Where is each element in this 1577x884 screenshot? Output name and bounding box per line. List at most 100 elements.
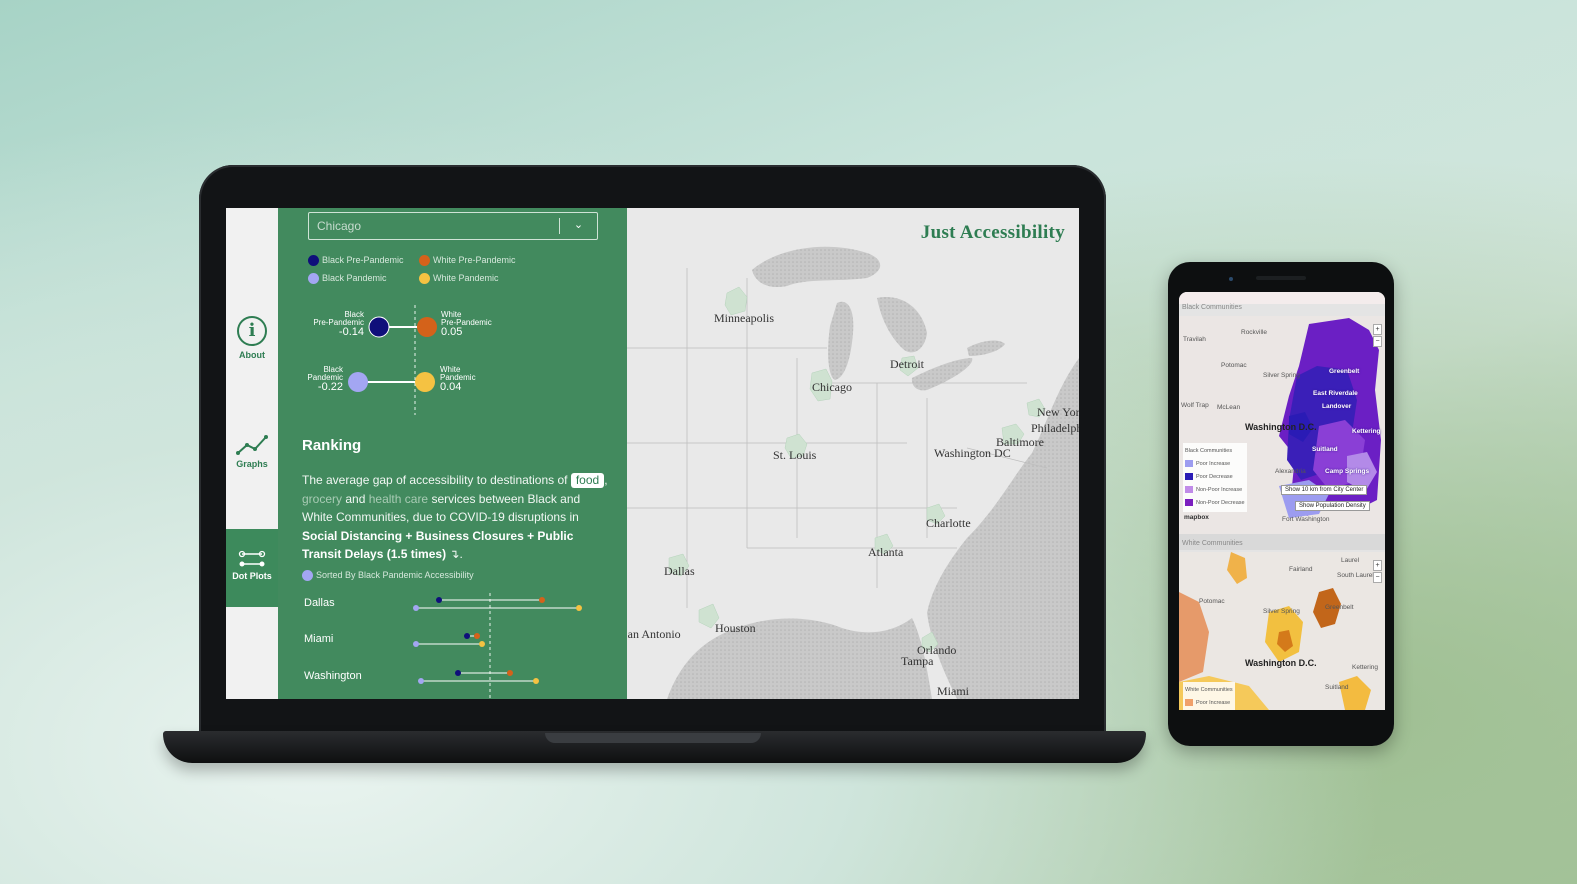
map-place: Laurel — [1341, 557, 1360, 564]
map-place: Suitland — [1312, 446, 1338, 453]
black-pre-dot — [368, 316, 390, 338]
legend-label: Poor Decrease — [1196, 474, 1233, 480]
white-section-title: White Communities — [1182, 540, 1243, 547]
zoom-out-button[interactable]: − — [1373, 336, 1382, 347]
mapbox-logo: mapbox — [1184, 514, 1209, 521]
disruption-scenario[interactable]: Social Distancing + Business Closures + … — [302, 529, 573, 562]
zoom-in-button[interactable]: + — [1373, 560, 1382, 571]
map-place: Kettering — [1352, 664, 1379, 671]
row-dot — [436, 597, 442, 603]
map-place: Potomac — [1221, 362, 1247, 369]
laptop-screen: i About Graphs Dot Plots Chicago ⌄ Black… — [226, 208, 1079, 699]
legend-swatch — [1185, 473, 1193, 481]
phone-header-top — [1179, 292, 1385, 304]
show-density-button[interactable]: Show Population Density — [1295, 501, 1370, 511]
city-select-value: Chicago — [317, 219, 362, 233]
map-place: Camp Springs — [1325, 468, 1370, 475]
speaker-icon — [1256, 276, 1306, 280]
sorted-by-label: Sorted By Black Pandemic Accessibility — [316, 570, 474, 580]
desc-text: services between Black and White Communi… — [302, 491, 581, 525]
white-communities-map[interactable]: Fairland South Laurel Laurel Potomac Sil… — [1179, 552, 1385, 710]
legend-label: Poor Increase — [1196, 461, 1231, 467]
us-map[interactable]: Just Accessibility Minneapolis Detroit C… — [627, 208, 1079, 699]
map-place: Fort Washington — [1282, 516, 1330, 523]
legend-black-pandemic: Black Pandemic — [308, 273, 387, 285]
legend-swatch — [1185, 699, 1193, 707]
white-legend: White Communities Poor Increase — [1183, 682, 1235, 710]
map-label: San Antonio — [627, 627, 681, 641]
desc-end: ↴. — [449, 547, 463, 561]
row-dot — [507, 670, 513, 676]
map-place: McLean — [1217, 404, 1241, 411]
desc-and: and — [345, 491, 366, 506]
chip-health-care[interactable]: health care — [369, 492, 428, 506]
map-label: Tampa — [901, 654, 934, 668]
chip-food[interactable]: food — [570, 473, 605, 488]
map-place: Alexandria — [1275, 468, 1306, 475]
legend-label: White Pre-Pandemic — [433, 255, 516, 265]
map-place: Silver Spring — [1263, 608, 1300, 615]
side-nav: i About Graphs Dot Plots — [226, 208, 278, 699]
row-dot — [479, 641, 485, 647]
map-place: East Riverdale — [1313, 390, 1358, 397]
map-place: Landover — [1322, 403, 1352, 410]
white-pre-value: 0.05 — [441, 326, 463, 338]
legend-black-pre: Black Pre-Pandemic — [308, 255, 404, 267]
row-dot — [455, 670, 461, 676]
show-10km-button[interactable]: Show 10 km from City Center — [1281, 485, 1368, 495]
legend-label: Poor Increase — [1196, 700, 1231, 706]
legend-white-pandemic: White Pandemic — [419, 273, 499, 285]
map-label: St. Louis — [773, 448, 817, 462]
map-label: Detroit — [890, 357, 924, 371]
row-dot — [474, 633, 480, 639]
city-select[interactable]: Chicago ⌄ — [308, 212, 598, 240]
map-label: New York — [1037, 405, 1079, 419]
black-communities-map[interactable]: Rockville Travilah Potomac Silver Spring… — [1179, 316, 1385, 534]
white-pandemic-value: 0.04 — [440, 381, 462, 393]
nav-dot-plots-label: Dot Plots — [232, 571, 272, 581]
control-panel: Chicago ⌄ Black Pre-Pandemic White Pre-P… — [278, 208, 627, 699]
nav-about[interactable]: i About — [226, 316, 278, 360]
map-place: Greenbelt — [1329, 368, 1360, 375]
chip-grocery[interactable]: grocery — [302, 492, 342, 506]
map-place: Rockville — [1241, 329, 1268, 336]
chevron-down-icon[interactable]: ⌄ — [559, 218, 597, 234]
desc-sep: , — [604, 473, 608, 487]
map-place: Wolf Trap — [1181, 402, 1209, 409]
legend-swatch — [1185, 499, 1193, 507]
map-label: Miami — [937, 684, 969, 698]
black-legend: Black Communities Poor Increase Poor Dec… — [1183, 443, 1247, 512]
legend-swatch — [1185, 460, 1193, 468]
row-dot — [533, 678, 539, 684]
nav-dot-plots[interactable]: Dot Plots — [226, 529, 278, 607]
sorted-by[interactable]: Sorted By Black Pandemic Accessibility — [302, 570, 474, 582]
white-pre-dot — [417, 317, 437, 337]
line-chart-icon — [236, 435, 268, 455]
map-label: Washington DC — [934, 446, 1011, 460]
map-place: Kettering — [1352, 428, 1381, 435]
dot-plot-icon — [238, 550, 266, 567]
map-label: Minneapolis — [714, 311, 774, 325]
legend-label: White Pandemic — [433, 273, 499, 283]
white-pandemic-label: White Pandemic 0.04 — [440, 366, 476, 393]
map-label: Charlotte — [926, 516, 971, 530]
nav-graphs[interactable]: Graphs — [226, 433, 278, 469]
legend-item: Poor Decrease — [1185, 471, 1245, 484]
zoom-in-button[interactable]: + — [1373, 324, 1382, 335]
info-icon: i — [237, 316, 267, 346]
row-dot — [464, 633, 470, 639]
map-label: Atlanta — [868, 545, 904, 559]
laptop-notch — [545, 733, 761, 743]
row-dot — [576, 605, 582, 611]
map-place: Potomac — [1199, 598, 1225, 605]
map-place: South Laurel — [1337, 572, 1374, 579]
legend-label: Black Pandemic — [322, 273, 387, 283]
legend-item: Poor Increase — [1185, 458, 1245, 471]
map-place: Fairland — [1289, 566, 1313, 573]
zoom-out-button[interactable]: − — [1373, 572, 1382, 583]
row-dot — [539, 597, 545, 603]
map-place: Silver Spring — [1263, 372, 1300, 379]
white-pre-label: White Pre-Pandemic 0.05 — [441, 311, 492, 338]
white-pandemic-dot — [415, 372, 435, 392]
nav-graphs-label: Graphs — [236, 459, 268, 469]
